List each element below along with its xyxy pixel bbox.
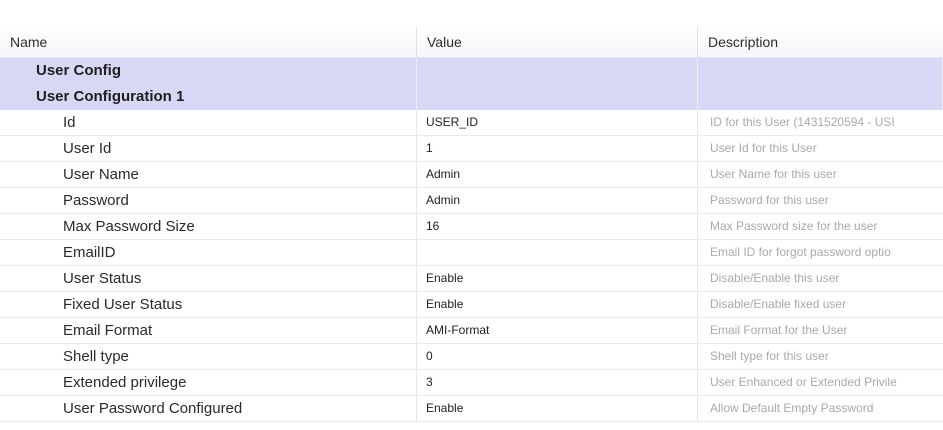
property-row-max-password-size[interactable]: Max Password Size 16 Max Password size f… [0,214,943,240]
property-description: User Name for this user [710,167,837,181]
property-name: Id [0,110,417,135]
group-description-cell [698,58,943,84]
property-value[interactable]: Enable [417,396,698,421]
property-description: Allow Default Empty Password [710,401,874,415]
property-description: User Enhanced or Extended Privile [710,375,897,389]
property-row-email-id[interactable]: EmailID Email ID for forgot password opt… [0,240,943,266]
group-description-cell [698,84,943,110]
property-value[interactable]: Admin [417,188,698,213]
property-name: User Id [0,136,417,161]
property-description: Email Format for the User [710,323,848,337]
property-row-id[interactable]: Id USER_ID ID for this User (1431520594 … [0,110,943,136]
property-name: Max Password Size [0,214,417,239]
group-row-user-config[interactable]: User Config [0,58,943,84]
top-strip [0,0,943,27]
property-value[interactable]: 0 [417,344,698,369]
property-name: EmailID [0,240,417,265]
property-value[interactable]: Enable [417,266,698,291]
property-grid: Name Value Description User Config User … [0,27,943,422]
property-value[interactable]: 3 [417,370,698,395]
group-label: User Config [0,58,417,84]
property-description: ID for this User (1431520594 - USI [710,115,895,129]
column-header-value[interactable]: Value [417,27,698,57]
property-description: Email ID for forgot password optio [710,245,891,259]
column-header-description[interactable]: Description [698,27,943,57]
column-header-name[interactable]: Name [0,27,417,57]
property-name: Extended privilege [0,370,417,395]
property-row-user-id[interactable]: User Id 1 User Id for this User [0,136,943,162]
property-value[interactable]: Admin [417,162,698,187]
property-description: User Id for this User [710,141,817,155]
column-header-row: Name Value Description [0,27,943,58]
property-value[interactable]: USER_ID [417,110,698,135]
property-name: Shell type [0,344,417,369]
group-value-cell [417,84,698,110]
property-row-user-password-configured[interactable]: User Password Configured Enable Allow De… [0,396,943,422]
group-label: User Configuration 1 [0,84,417,110]
property-name: User Password Configured [0,396,417,421]
property-value[interactable]: 1 [417,136,698,161]
property-value[interactable]: AMI-Format [417,318,698,343]
property-description: Disable/Enable this user [710,271,840,285]
property-name: Password [0,188,417,213]
property-name: Email Format [0,318,417,343]
property-description: Max Password size for the user [710,219,878,233]
property-row-extended-privilege[interactable]: Extended privilege 3 User Enhanced or Ex… [0,370,943,396]
property-row-email-format[interactable]: Email Format AMI-Format Email Format for… [0,318,943,344]
property-name: Fixed User Status [0,292,417,317]
group-value-cell [417,58,698,84]
property-row-password[interactable]: Password Admin Password for this user [0,188,943,214]
property-description: Shell type for this user [710,349,829,363]
group-row-user-configuration-1[interactable]: User Configuration 1 [0,84,943,110]
property-description: Password for this user [710,193,829,207]
property-name: User Name [0,162,417,187]
property-description: Disable/Enable fixed user [710,297,847,311]
property-name: User Status [0,266,417,291]
property-value[interactable]: Enable [417,292,698,317]
property-value[interactable]: 16 [417,214,698,239]
property-value[interactable] [417,240,698,265]
property-row-fixed-user-status[interactable]: Fixed User Status Enable Disable/Enable … [0,292,943,318]
property-row-user-status[interactable]: User Status Enable Disable/Enable this u… [0,266,943,292]
property-row-user-name[interactable]: User Name Admin User Name for this user [0,162,943,188]
property-row-shell-type[interactable]: Shell type 0 Shell type for this user [0,344,943,370]
